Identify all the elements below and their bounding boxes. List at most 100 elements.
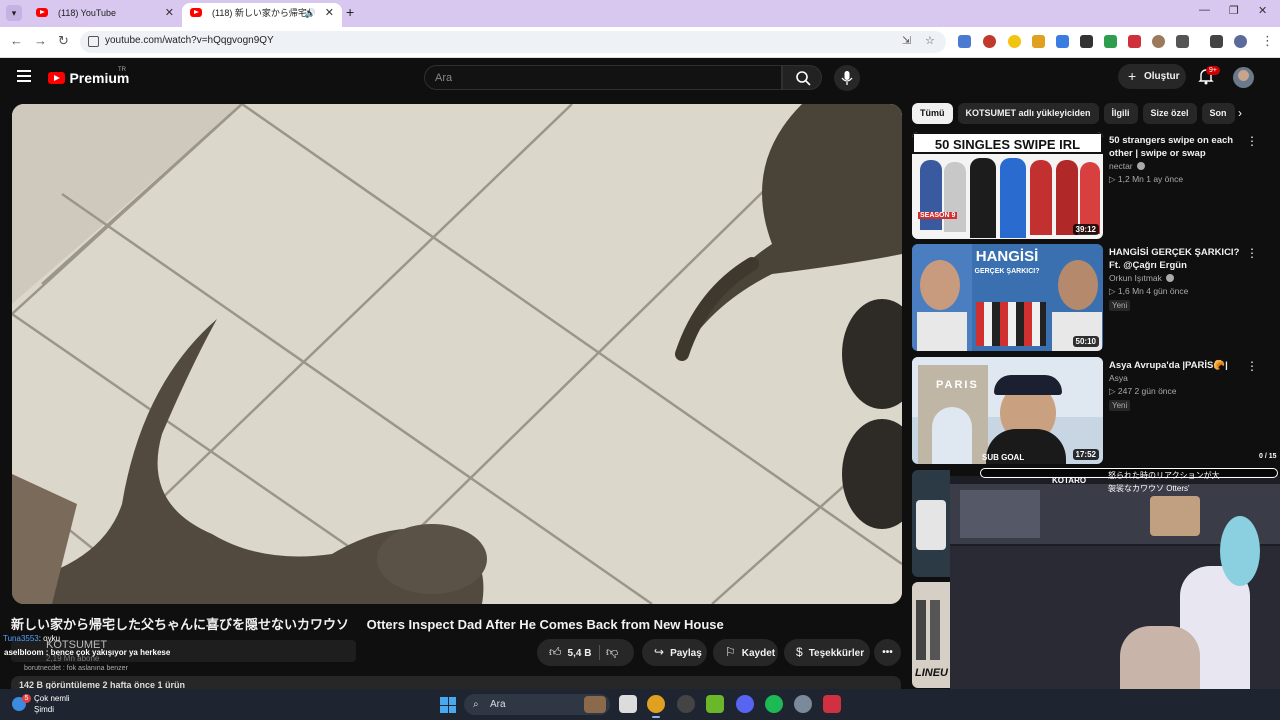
new-tab-button[interactable]: +: [346, 4, 354, 20]
extension-icon[interactable]: [1056, 35, 1069, 48]
like-divider: [599, 645, 600, 660]
extension-icon[interactable]: [1128, 35, 1141, 48]
thumbs-up-icon: 👍︎: [549, 645, 562, 659]
minimize-icon[interactable]: —: [1199, 4, 1210, 16]
create-label: Oluştur: [1144, 71, 1180, 82]
thanks-button[interactable]: $ Teşekkürler: [784, 639, 870, 666]
thumbnail-person: [970, 158, 996, 238]
more-actions-button[interactable]: •••: [874, 639, 901, 666]
hamburger-menu-icon[interactable]: [17, 70, 31, 85]
extension-icon[interactable]: [1104, 35, 1117, 48]
url-text[interactable]: youtube.com/watch?v=hQqgvogn9QY: [105, 35, 274, 46]
thumbnail-subtext: GERÇEK ŞARKICI?: [974, 268, 1040, 275]
site-info-icon[interactable]: [88, 36, 99, 47]
weather-widget[interactable]: 5 Çok nemli Şimdi: [10, 693, 70, 715]
chip-recent[interactable]: Son: [1201, 103, 1235, 124]
browser-toolbar: ← → ↻ youtube.com/watch?v=hQqgvogn9QY ⇲ …: [0, 27, 1280, 58]
recommendation-channel[interactable]: nectar: [1109, 161, 1145, 171]
chip-all[interactable]: Tümü: [912, 103, 953, 124]
close-tab-icon[interactable]: ✕: [165, 3, 174, 23]
thumbnail-text: 50 SINGLES SWIPE IRL: [912, 132, 1103, 154]
save-button[interactable]: ⚐ Kaydet: [713, 639, 778, 666]
recommendation-channel[interactable]: Orkun Işıtmak: [1109, 273, 1175, 283]
restore-icon[interactable]: ❐: [1229, 4, 1239, 17]
speaker-icon[interactable]: 🔊: [305, 3, 316, 23]
like-button[interactable]: 👍︎ 5,4 B: [537, 639, 634, 666]
windows-start-icon[interactable]: [440, 697, 456, 713]
search-icon: ⌕: [473, 699, 479, 710]
video-thumbnail[interactable]: 50 SINGLES SWIPE IRL SEASON 9 39:12: [912, 132, 1103, 239]
thumbnail-face: [920, 260, 960, 310]
video-thumbnail[interactable]: PARIS 17:52: [912, 357, 1103, 464]
media-control-icon[interactable]: [1210, 35, 1223, 48]
tab-title: (118) 新しい家から帰宅した父: [212, 8, 312, 18]
extension-icon[interactable]: [1080, 35, 1093, 48]
task-view-icon[interactable]: [619, 695, 637, 713]
browser-tabstrip: ▾ (118) YouTube ✕ (118) 新しい家から帰宅した父 🔊 ✕ …: [0, 0, 1280, 27]
forward-arrow-icon[interactable]: →: [34, 33, 47, 48]
chip-related[interactable]: İlgili: [1103, 103, 1138, 124]
search-button[interactable]: [782, 65, 822, 90]
recommendation-title[interactable]: Asya Avrupa'da |PARİS🥐|: [1109, 359, 1245, 372]
recommendation-thumbnail-partial[interactable]: [912, 470, 950, 577]
voice-search-button[interactable]: [834, 65, 860, 91]
puzzle-extensions-icon[interactable]: [1176, 35, 1189, 48]
extension-icon[interactable]: [1032, 35, 1045, 48]
settings-gear-icon[interactable]: [794, 695, 812, 713]
share-button[interactable]: ↪ Paylaş: [642, 639, 707, 666]
chat-username: Tuna3553: [3, 634, 39, 643]
extension-icon[interactable]: [983, 35, 996, 48]
new-badge: Yeni: [1109, 400, 1131, 411]
taskbar-search[interactable]: ⌕ Ara: [464, 694, 610, 715]
discord-icon[interactable]: [736, 695, 754, 713]
dislike-button[interactable]: 👎︎: [606, 645, 618, 660]
bookmark-star-icon[interactable]: ☆: [925, 34, 935, 47]
extension-icon[interactable]: [1152, 35, 1165, 48]
tab-youtube-home[interactable]: (118) YouTube ✕: [28, 3, 182, 27]
chrome-icon[interactable]: [647, 695, 665, 713]
recommendation-item[interactable]: HANGİSİ GERÇEK ŞARKICI? 50:10 HANGİSİ GE…: [912, 244, 1272, 352]
logo-region: TR: [118, 67, 126, 73]
search-input[interactable]: [435, 72, 735, 84]
kebab-menu-icon[interactable]: ⋮: [1246, 134, 1258, 148]
extension-icon[interactable]: [1008, 35, 1021, 48]
thumbnail-shirt: [917, 312, 967, 351]
video-thumbnail[interactable]: HANGİSİ GERÇEK ŞARKICI? 50:10: [912, 244, 1103, 351]
account-avatar[interactable]: [1233, 67, 1254, 88]
recommendation-title[interactable]: 50 strangers swipe on each other | swipe…: [1109, 134, 1245, 160]
recommendation-item[interactable]: 50 SINGLES SWIPE IRL SEASON 9 39:12 50 s…: [912, 132, 1272, 240]
reload-icon[interactable]: ↻: [58, 33, 69, 49]
video-duration: 50:10: [1072, 336, 1099, 347]
youtube-premium-logo[interactable]: Premium TR: [48, 67, 129, 87]
close-tab-icon[interactable]: ✕: [325, 3, 334, 23]
tab-current-video[interactable]: (118) 新しい家から帰宅した父 🔊 ✕: [182, 3, 342, 27]
kebab-menu-icon[interactable]: ⋮: [1246, 359, 1258, 373]
profile-icon[interactable]: [1234, 35, 1247, 48]
translate-extension-icon[interactable]: [958, 35, 971, 48]
kebab-menu-icon[interactable]: ⋮: [1261, 33, 1274, 49]
thumbnail-text: HANGİSİ: [975, 248, 1039, 265]
youtube-favicon-icon: [190, 8, 202, 17]
active-app-indicator: [652, 716, 660, 718]
spotify-icon[interactable]: [765, 695, 783, 713]
kebab-menu-icon[interactable]: ⋮: [1246, 246, 1258, 260]
install-app-icon[interactable]: ⇲: [902, 34, 911, 47]
chevron-right-icon[interactable]: ›: [1238, 106, 1242, 120]
recommendation-channel[interactable]: Asya: [1109, 373, 1128, 383]
app-icon[interactable]: [677, 695, 695, 713]
chat-message: aselbloom : bence çok yakışıyor ya herke…: [4, 648, 171, 657]
address-bar[interactable]: youtube.com/watch?v=hQqgvogn9QY ⇲ ☆: [80, 31, 946, 53]
video-player[interactable]: [12, 104, 902, 604]
recommendation-title[interactable]: HANGİSİ GERÇEK ŞARKICI? Ft. @Çağrı Ergün: [1109, 246, 1245, 272]
tab-search-icon[interactable]: ▾: [6, 5, 22, 21]
back-arrow-icon[interactable]: ←: [10, 33, 23, 48]
close-window-icon[interactable]: ✕: [1258, 4, 1267, 17]
app-icon[interactable]: [823, 695, 841, 713]
live-app-icon[interactable]: [706, 695, 724, 713]
chip-from-uploader[interactable]: KOTSUMET adlı yükleyiciden: [957, 103, 1099, 124]
recommendation-item[interactable]: PARIS 17:52 Asya Avrupa'da |PARİS🥐| Asya…: [912, 357, 1272, 465]
video-description-box[interactable]: 142 B görüntüleme 2 hafta önce 1 ürün: [11, 676, 901, 690]
create-button[interactable]: + Oluştur: [1118, 64, 1186, 89]
chip-for-you[interactable]: Size özel: [1142, 103, 1197, 124]
search-box[interactable]: [424, 65, 782, 90]
